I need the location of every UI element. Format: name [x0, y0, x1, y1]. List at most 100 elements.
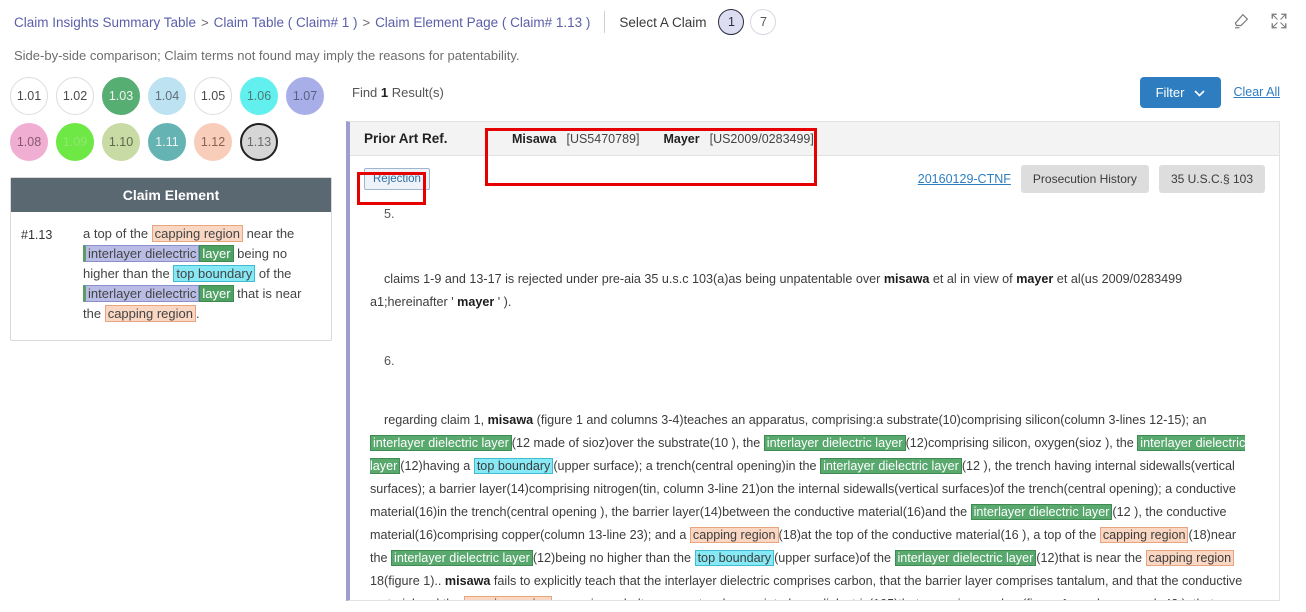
pager-dot-current[interactable]: 1: [718, 9, 745, 35]
claim-chip-1-11[interactable]: 1.11: [148, 123, 186, 161]
claim-chip-1-10[interactable]: 1.10: [102, 123, 140, 161]
pager-dot-total[interactable]: 7: [750, 9, 777, 35]
claim-chip-1-05[interactable]: 1.05: [194, 77, 232, 115]
chevron-down-icon: [1194, 85, 1206, 100]
paragraph-number-6: 6.: [384, 354, 395, 368]
expand-icon[interactable]: [1270, 12, 1288, 30]
term-capping-region[interactable]: capping region: [1145, 550, 1235, 566]
text-run: et al in view of: [929, 272, 1017, 286]
text-run: (18)at the top of the conductive materia…: [778, 528, 1100, 542]
claim-element-card-body: #1.13 a top of the capping region near t…: [11, 212, 331, 340]
reference-mention-mayer: mayer: [457, 295, 495, 309]
prior-art-panel: Prior Art Ref. Misawa [US5470789] Mayer …: [346, 121, 1280, 601]
divider: [604, 11, 606, 33]
rejection-button[interactable]: Rejection: [364, 168, 430, 190]
claim-text-fragment: near the: [242, 226, 295, 241]
text-run: (upper surface)of the: [774, 551, 895, 565]
claim-text-fragment: a top of the: [83, 226, 152, 241]
claim-chip-1-01[interactable]: 1.01: [10, 77, 48, 115]
term-layer[interactable]: layer: [199, 245, 234, 262]
clear-all-link[interactable]: Clear All: [1233, 85, 1280, 99]
reference-name-misawa[interactable]: Misawa: [512, 132, 556, 146]
term-top-boundary[interactable]: top boundary: [473, 458, 554, 474]
main-content: 1.01 1.02 1.03 1.04 1.05 1.06 1.07 1.08 …: [0, 76, 1306, 601]
breadcrumb-bar: Claim Insights Summary Table > Claim Tab…: [0, 0, 1306, 44]
reference-mention-misawa: misawa: [487, 413, 534, 427]
term-capping-region[interactable]: capping region: [463, 596, 553, 600]
paragraph-6: regarding claim 1, misawa (figure 1 and …: [370, 409, 1257, 600]
text-run: 18(figure 1)..: [370, 574, 445, 588]
term-capping-region[interactable]: capping region: [689, 527, 779, 543]
claim-chip-1-03[interactable]: 1.03: [102, 77, 140, 115]
claim-chip-1-07[interactable]: 1.07: [286, 77, 324, 115]
term-interlayer-dielectric-layer[interactable]: interlayer dielectric layer: [370, 435, 512, 451]
text-run: teaches an interlayer dielectric(105)tha…: [695, 597, 1225, 600]
reference-id-mayer[interactable]: [US2009/0283499]: [710, 132, 814, 146]
text-run: ' ).: [494, 295, 512, 309]
breadcrumb-item-claim-table[interactable]: Claim Table ( Claim# 1 ): [214, 15, 358, 30]
page-subtitle: Side-by-side comparison; Claim terms not…: [14, 48, 520, 63]
claim-chip-1-08[interactable]: 1.08: [10, 123, 48, 161]
term-capping-region[interactable]: capping region: [151, 225, 243, 242]
term-top-boundary[interactable]: top boundary: [694, 550, 775, 566]
right-column: Find 1 Result(s) Filter Clear All Prior …: [346, 76, 1280, 601]
claim-text-fragment: .: [195, 306, 200, 321]
claim-chip-1-06[interactable]: 1.06: [240, 77, 278, 115]
reference-mention-mayer: mayer: [1016, 272, 1054, 286]
claim-chip-1-09[interactable]: 1.09: [56, 123, 94, 161]
claim-element-card-header: Claim Element: [11, 178, 331, 212]
claim-text-fragment: of the: [255, 266, 292, 281]
results-toolbar: Find 1 Result(s) Filter Clear All: [346, 76, 1280, 108]
term-capping-region[interactable]: capping region: [104, 305, 196, 322]
term-interlayer-dielectric-layer[interactable]: interlayer dielectric layer: [763, 435, 906, 451]
prosecution-history-tag[interactable]: Prosecution History: [1020, 165, 1149, 193]
term-interlayer-dielectric-layer[interactable]: interlayer dielectric layer: [970, 504, 1113, 520]
left-column: 1.01 1.02 1.03 1.04 1.05 1.06 1.07 1.08 …: [0, 77, 340, 341]
text-run: (12)that is near the: [1036, 551, 1146, 565]
prior-art-header-row: Prior Art Ref. Misawa [US5470789] Mayer …: [350, 122, 1279, 156]
prior-art-reference-list: Misawa [US5470789] Mayer [US2009/0283499…: [512, 132, 828, 146]
paragraph-5: claims 1-9 and 13-17 is rejected under p…: [370, 268, 1257, 314]
claim-chip-1-13[interactable]: 1.13: [240, 123, 278, 161]
claim-chip-1-02[interactable]: 1.02: [56, 77, 94, 115]
claim-chip-1-04[interactable]: 1.04: [148, 77, 186, 115]
breadcrumb-item-summary-table[interactable]: Claim Insights Summary Table: [14, 15, 196, 30]
breadcrumb-separator: >: [201, 14, 209, 30]
highlighter-icon[interactable]: [1232, 12, 1250, 30]
term-interlayer-dielectric-layer[interactable]: interlayer dielectric layer: [820, 458, 962, 474]
select-a-claim-label: Select A Claim: [619, 14, 707, 30]
term-interlayer-dielectric-layer[interactable]: interlayer dielectric layer: [391, 550, 533, 566]
claim-element-card: Claim Element #1.13 a top of the capping…: [10, 177, 332, 341]
text-run: (12 made of sioz)over the substrate(10 )…: [511, 436, 764, 450]
term-interlayer-dielectric[interactable]: interlayer dielectric: [83, 245, 200, 262]
term-top-boundary[interactable]: top boundary: [173, 265, 256, 282]
filter-button-label: Filter: [1155, 84, 1185, 100]
find-suffix: Result(s): [391, 84, 444, 100]
statute-tag[interactable]: 35 U.S.C.§ 103: [1158, 165, 1265, 193]
breadcrumb-item-claim-element-page[interactable]: Claim Element Page ( Claim# 1.13 ): [375, 15, 590, 30]
document-meta-group: 20160129-CTNF Prosecution History 35 U.S…: [918, 165, 1265, 193]
reference-id-misawa[interactable]: [US5470789]: [566, 132, 639, 146]
prior-art-ref-label: Prior Art Ref.: [364, 131, 448, 146]
paragraph-number-5: 5.: [384, 207, 395, 221]
text-run: (upper surface); a trench(central openin…: [553, 459, 821, 473]
rejection-row: Rejection 20160129-CTNF Prosecution Hist…: [350, 156, 1279, 199]
rejection-body-text: 5. claims 1-9 and 13-17 is rejected unde…: [350, 199, 1279, 600]
document-link[interactable]: 20160129-CTNF: [918, 172, 1011, 186]
reference-mention-misawa: misawa: [883, 272, 930, 286]
claim-element-number: #1.13: [21, 228, 53, 242]
term-capping-region[interactable]: capping region: [1099, 527, 1189, 543]
term-layer[interactable]: layer: [199, 285, 234, 302]
header-icon-group: [1232, 12, 1288, 30]
text-run: (12)being no higher than the: [532, 551, 695, 565]
reference-name-mayer[interactable]: Mayer: [663, 132, 699, 146]
text-run: (12)having a: [400, 459, 474, 473]
breadcrumb-separator: >: [362, 14, 371, 30]
filter-button[interactable]: Filter: [1139, 76, 1222, 108]
term-interlayer-dielectric-layer[interactable]: interlayer dielectric layer: [894, 550, 1037, 566]
term-interlayer-dielectric[interactable]: interlayer dielectric: [83, 285, 200, 302]
claim-chip-1-12[interactable]: 1.12: [194, 123, 232, 161]
find-count: 1: [380, 84, 389, 100]
